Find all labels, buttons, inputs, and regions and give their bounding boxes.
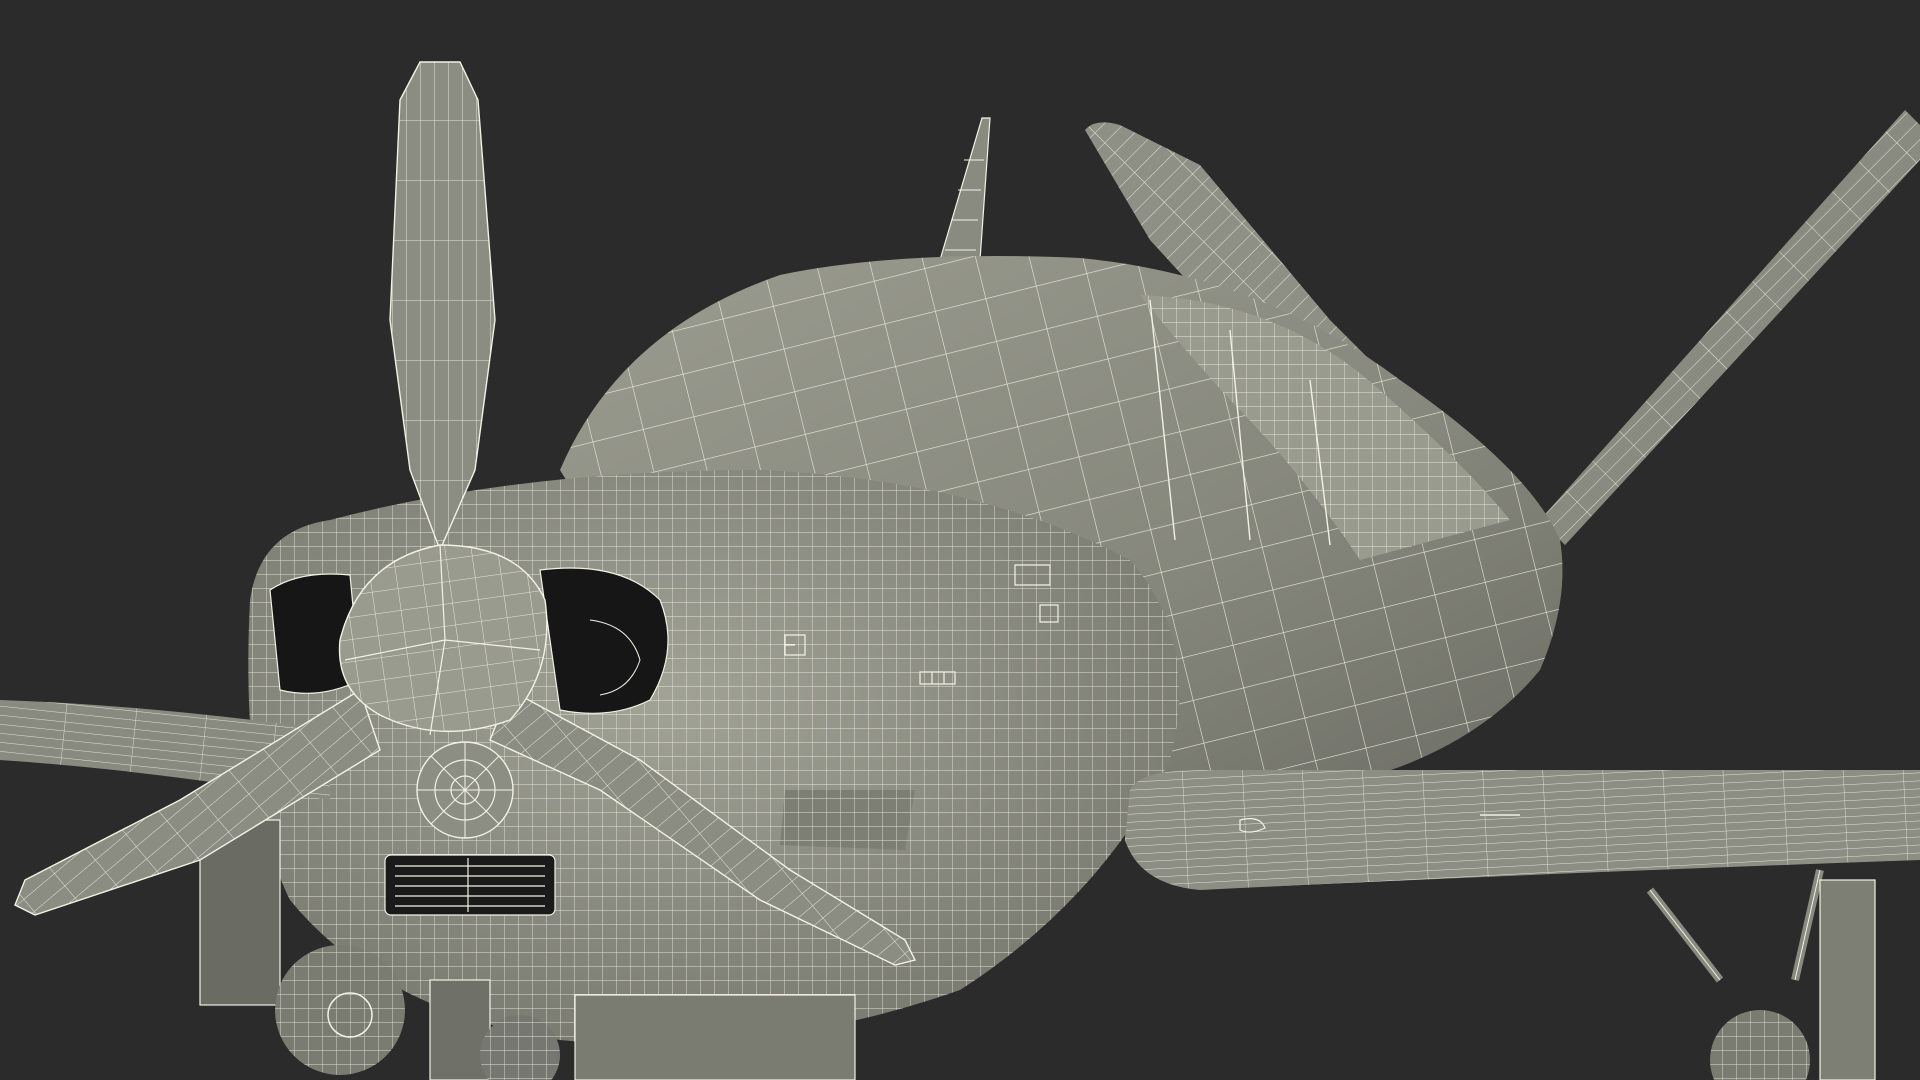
airplane-wireframe-render bbox=[0, 61, 1920, 1080]
render-viewport bbox=[0, 0, 1920, 1080]
antenna bbox=[939, 117, 991, 261]
air-intake-right bbox=[539, 567, 669, 714]
inlet-ring bbox=[416, 741, 514, 839]
wing-right bbox=[1125, 770, 1920, 890]
cowling bbox=[248, 470, 1179, 1045]
landing-gear-right bbox=[1646, 869, 1876, 1080]
horizontal-stabilizer bbox=[1540, 110, 1920, 545]
propeller-blade-top bbox=[389, 61, 496, 552]
oil-cooler-vent bbox=[780, 790, 915, 850]
cooling-grille bbox=[384, 854, 556, 916]
